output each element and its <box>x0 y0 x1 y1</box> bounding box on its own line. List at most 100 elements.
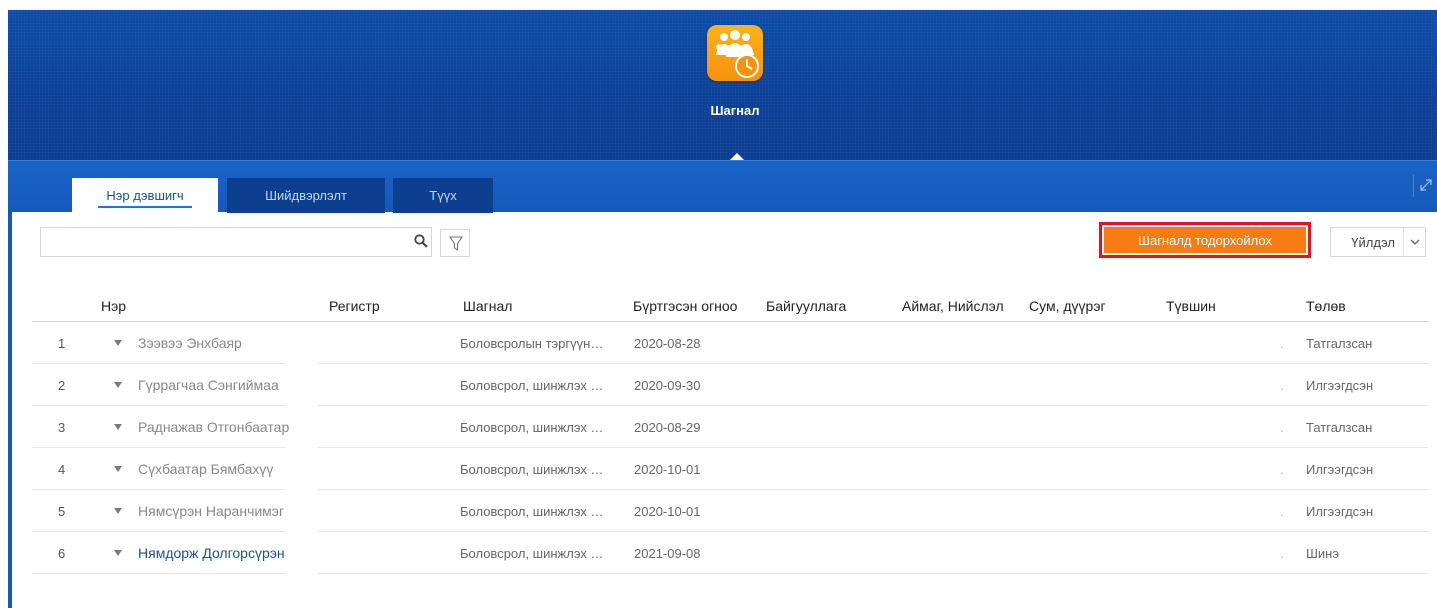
row-number: 1 <box>58 336 66 351</box>
row-number: 3 <box>58 420 66 435</box>
level-value: . <box>1280 378 1284 393</box>
filter-icon <box>449 236 463 252</box>
app-title: Шагнал <box>710 103 760 118</box>
row-separator <box>1270 363 1428 364</box>
status-badge: Илгээгдсэн <box>1306 462 1374 477</box>
table-row[interactable]: 3 Раднажав Отгонбаатар Боловсрол, шинжлэ… <box>32 406 1428 448</box>
table-row[interactable]: 4 Сүхбаатар Бямбахүү Боловсрол, шинжлэх … <box>32 448 1428 490</box>
row-separator <box>760 363 950 364</box>
column-header-award[interactable]: Шагнал <box>463 298 512 314</box>
nominee-name[interactable]: Раднажав Отгонбаатар <box>138 419 289 435</box>
caret-down-icon[interactable] <box>114 550 122 556</box>
row-separator <box>760 489 950 490</box>
row-separator <box>950 489 1018 490</box>
row-separator <box>950 531 1018 532</box>
row-separator <box>440 489 760 490</box>
caret-down-icon[interactable] <box>114 382 122 388</box>
row-separator <box>318 363 440 364</box>
level-value: . <box>1280 504 1284 519</box>
search-icon[interactable] <box>414 234 428 248</box>
chevron-down-icon[interactable] <box>1403 228 1425 256</box>
registered-date: 2021-09-08 <box>634 546 701 561</box>
registered-date: 2020-08-28 <box>634 336 701 351</box>
caret-down-icon[interactable] <box>114 508 122 514</box>
table-row[interactable]: 2 Гүррагчаа Сэнгиймаа Боловсрол, шинжлэх… <box>32 364 1428 406</box>
app-header: Шагнал <box>8 10 1437 160</box>
row-separator <box>440 573 760 574</box>
column-header-name[interactable]: Нэр <box>101 298 126 314</box>
level-value: . <box>1280 420 1284 435</box>
nominee-name[interactable]: Нямдорж Долгорсүрэн <box>138 545 285 561</box>
row-separator <box>318 573 440 574</box>
row-separator <box>950 573 1018 574</box>
row-separator <box>1018 573 1270 574</box>
column-header-aimag[interactable]: Аймаг, Нийслэл <box>902 298 1004 314</box>
row-separator <box>760 405 950 406</box>
status-badge: Шинэ <box>1306 546 1339 561</box>
row-number: 5 <box>58 504 66 519</box>
row-separator <box>32 573 286 574</box>
column-header-sum[interactable]: Сум, дүүрэг <box>1029 298 1106 314</box>
row-separator <box>1018 489 1270 490</box>
caret-down-icon[interactable] <box>114 424 122 430</box>
row-separator <box>1018 531 1270 532</box>
status-badge: Илгээгдсэн <box>1306 378 1374 393</box>
nominee-name[interactable]: Гүррагчаа Сэнгиймаа <box>138 377 279 393</box>
column-header-status[interactable]: Төлөв <box>1306 298 1346 314</box>
row-separator <box>950 363 1018 364</box>
filter-button[interactable] <box>440 229 470 257</box>
row-separator <box>1270 531 1428 532</box>
level-value: . <box>1280 546 1284 561</box>
row-separator <box>1270 489 1428 490</box>
registered-date: 2020-08-29 <box>634 420 701 435</box>
table-row[interactable]: 6 Нямдорж Долгорсүрэн Боловсрол, шинжлэх… <box>32 532 1428 574</box>
row-separator <box>760 531 950 532</box>
award-name: Боловсрол, шинжлэх … <box>460 504 604 519</box>
row-separator <box>950 405 1018 406</box>
award-name: Боловсрол, шинжлэх … <box>460 420 604 435</box>
level-value: . <box>1280 336 1284 351</box>
row-separator <box>440 363 760 364</box>
caret-down-icon[interactable] <box>114 466 122 472</box>
award-name: Боловсрол, шинжлэх … <box>460 462 604 477</box>
nominee-name[interactable]: Нямсүрэн Наранчимэг <box>138 503 284 519</box>
registered-date: 2020-09-30 <box>634 378 701 393</box>
table-row[interactable]: 1 Зээвээ Энхбаяр Боловсролын тэргүүн… 20… <box>32 322 1428 364</box>
search-input[interactable] <box>40 227 432 257</box>
column-header-level[interactable]: Түвшин <box>1166 298 1216 314</box>
left-accent-stripe <box>8 212 12 608</box>
row-number: 4 <box>58 462 66 477</box>
row-separator <box>32 489 286 490</box>
row-separator <box>1270 447 1428 448</box>
tab-label: Шийдвэрлэлт <box>265 188 347 203</box>
row-separator <box>950 447 1018 448</box>
award-name: Боловсролын тэргүүн… <box>460 336 604 351</box>
row-separator <box>318 405 440 406</box>
award-name: Боловсрол, шинжлэх … <box>460 546 604 561</box>
action-select[interactable]: Үйлдэл <box>1330 227 1426 257</box>
tab-decision[interactable]: Шийдвэрлэлт <box>227 178 385 213</box>
nominee-name[interactable]: Сүхбаатар Бямбахүү <box>138 461 273 477</box>
tab-bar: Нэр дэвшигч Шийдвэрлэлт Түүх <box>8 160 1437 213</box>
caret-down-icon[interactable] <box>114 340 122 346</box>
row-separator <box>440 447 760 448</box>
nominee-name[interactable]: Зээвээ Энхбаяр <box>138 335 242 351</box>
tab-nominee[interactable]: Нэр дэвшигч <box>72 178 218 213</box>
expand-icon[interactable] <box>1413 175 1435 197</box>
nominate-award-button[interactable]: Шагналд тодорхойлох <box>1104 227 1306 253</box>
column-header-registered-date[interactable]: Бүртгэсэн огноо <box>633 298 737 314</box>
row-separator <box>1018 363 1270 364</box>
status-badge: Татгалзсан <box>1306 336 1373 351</box>
tab-label: Түүх <box>429 188 457 203</box>
award-group-clock-icon[interactable] <box>707 25 763 81</box>
tab-history[interactable]: Түүх <box>393 178 493 213</box>
row-separator <box>32 363 286 364</box>
table-row[interactable]: 5 Нямсүрэн Наранчимэг Боловсрол, шинжлэх… <box>32 490 1428 532</box>
award-name: Боловсрол, шинжлэх … <box>460 378 604 393</box>
row-separator <box>440 405 760 406</box>
row-separator <box>318 489 440 490</box>
row-separator <box>318 531 440 532</box>
column-header-organization[interactable]: Байгууллага <box>766 298 846 314</box>
column-header-register[interactable]: Регистр <box>329 298 380 314</box>
row-separator <box>32 447 286 448</box>
